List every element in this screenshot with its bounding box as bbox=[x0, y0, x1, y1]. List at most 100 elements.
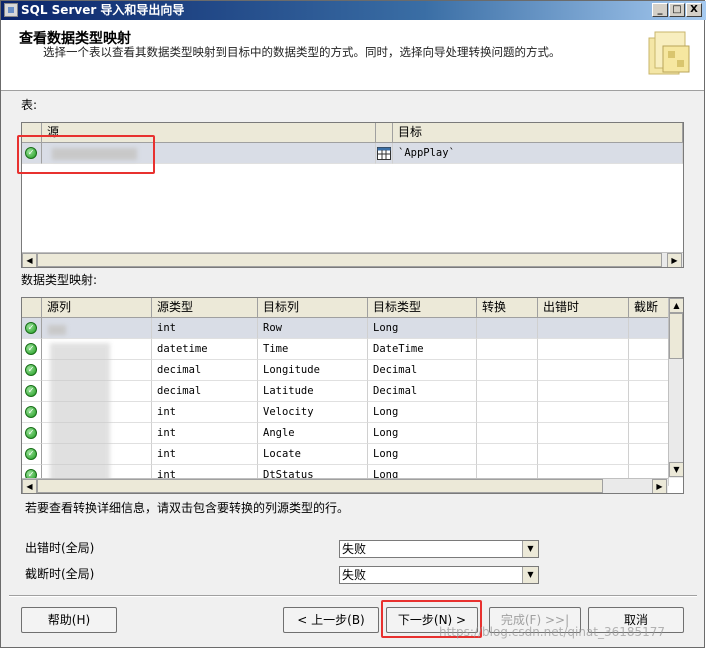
target-col-cell[interactable]: Longitude bbox=[258, 360, 368, 381]
source-type-cell[interactable]: int bbox=[152, 444, 258, 465]
minimize-button[interactable]: _ bbox=[652, 3, 668, 17]
target-type-cell[interactable]: DateTime bbox=[368, 339, 477, 360]
on-truncate-value: 失败 bbox=[342, 568, 367, 582]
scroll-right-button[interactable]: ▶ bbox=[667, 253, 682, 267]
tables-label: 表: bbox=[21, 98, 38, 112]
on-error-select[interactable]: 失败 ▼ bbox=[339, 540, 539, 558]
tables-grid[interactable]: 源 目标 ✓ `AppPlay` ◀ ▶ bbox=[21, 122, 684, 268]
column-header-source-type[interactable]: 源类型 bbox=[152, 298, 258, 318]
column-header-target-type[interactable]: 目标类型 bbox=[368, 298, 477, 318]
target-col-cell[interactable]: Row bbox=[258, 318, 368, 339]
scroll-up-button[interactable]: ▲ bbox=[669, 298, 683, 313]
convert-cell[interactable] bbox=[477, 339, 538, 360]
target-col-cell[interactable]: Angle bbox=[258, 423, 368, 444]
on-error-cell[interactable] bbox=[538, 444, 629, 465]
row-status-cell: ✓ bbox=[22, 360, 42, 381]
table-grid-icon bbox=[377, 147, 391, 160]
target-col-cell[interactable]: Time bbox=[258, 339, 368, 360]
row-status-cell: ✓ bbox=[22, 444, 42, 465]
source-type-cell[interactable]: int bbox=[152, 318, 258, 339]
on-truncate-cell[interactable] bbox=[629, 339, 669, 360]
on-error-cell[interactable] bbox=[538, 339, 629, 360]
scroll-down-button[interactable]: ▼ bbox=[669, 462, 683, 477]
close-button[interactable]: X bbox=[686, 3, 702, 17]
mapping-grid[interactable]: 源列 源类型 目标列 目标类型 转换 出错时 截断时 ✓intRowLong✓d… bbox=[21, 297, 684, 494]
mapping-grid-corner bbox=[22, 298, 42, 318]
mapping-horizontal-scrollbar[interactable]: ◀ ▶ bbox=[22, 478, 668, 493]
target-cell[interactable]: `AppPlay` bbox=[393, 143, 683, 164]
scroll-thumb[interactable] bbox=[37, 479, 603, 493]
on-truncate-cell[interactable] bbox=[629, 402, 669, 423]
source-type-cell[interactable]: datetime bbox=[152, 339, 258, 360]
target-col-cell[interactable]: Latitude bbox=[258, 381, 368, 402]
on-truncate-cell[interactable] bbox=[629, 444, 669, 465]
convert-cell[interactable] bbox=[477, 360, 538, 381]
target-type-cell[interactable]: Long bbox=[368, 444, 477, 465]
edit-mapping-cell[interactable] bbox=[376, 143, 393, 164]
mapping-vertical-scrollbar[interactable]: ▲ ▼ bbox=[668, 298, 683, 478]
on-truncate-cell[interactable] bbox=[629, 381, 669, 402]
on-truncate-cell[interactable] bbox=[629, 423, 669, 444]
row-checkbox-cell: ✓ bbox=[22, 143, 42, 164]
success-check-icon: ✓ bbox=[25, 427, 37, 439]
chevron-down-icon[interactable]: ▼ bbox=[522, 541, 538, 557]
tables-horizontal-scrollbar[interactable]: ◀ ▶ bbox=[22, 252, 683, 267]
scroll-left-button[interactable]: ◀ bbox=[22, 479, 37, 493]
convert-cell[interactable] bbox=[477, 381, 538, 402]
row-status-cell: ✓ bbox=[22, 339, 42, 360]
target-type-cell[interactable]: Decimal bbox=[368, 381, 477, 402]
redacted-source-cols bbox=[50, 343, 110, 483]
help-button[interactable]: 帮助(H) bbox=[21, 607, 117, 633]
column-header-target-col[interactable]: 目标列 bbox=[258, 298, 368, 318]
convert-cell[interactable] bbox=[477, 423, 538, 444]
on-error-cell[interactable] bbox=[538, 360, 629, 381]
on-error-cell[interactable] bbox=[538, 381, 629, 402]
success-check-icon: ✓ bbox=[25, 406, 37, 418]
redacted-source-col bbox=[48, 325, 66, 335]
scroll-right-button[interactable]: ▶ bbox=[652, 479, 667, 493]
scroll-left-button[interactable]: ◀ bbox=[22, 253, 37, 267]
convert-cell[interactable] bbox=[477, 318, 538, 339]
page-subtitle: 选择一个表以查看其数据类型映射到目标中的数据类型的方式。同时，选择向导处理转换问… bbox=[43, 45, 561, 59]
column-header-on-truncate[interactable]: 截断时 bbox=[629, 298, 669, 318]
row-status-cell: ✓ bbox=[22, 318, 42, 339]
scroll-thumb-vertical[interactable] bbox=[669, 313, 683, 359]
on-error-cell[interactable] bbox=[538, 423, 629, 444]
on-error-cell[interactable] bbox=[538, 402, 629, 423]
column-header-on-error[interactable]: 出错时 bbox=[538, 298, 629, 318]
column-header-source-col[interactable]: 源列 bbox=[42, 298, 152, 318]
redacted-source-name bbox=[52, 148, 137, 160]
maximize-button[interactable]: □ bbox=[669, 3, 685, 17]
convert-cell[interactable] bbox=[477, 402, 538, 423]
convert-cell[interactable] bbox=[477, 444, 538, 465]
source-type-cell[interactable]: int bbox=[152, 402, 258, 423]
column-header-source[interactable]: 源 bbox=[42, 123, 376, 143]
column-header-convert[interactable]: 转换 bbox=[477, 298, 538, 318]
on-error-cell[interactable] bbox=[538, 318, 629, 339]
on-truncate-select[interactable]: 失败 ▼ bbox=[339, 566, 539, 584]
target-type-cell[interactable]: Long bbox=[368, 318, 477, 339]
hint-text: 若要查看转换详细信息，请双击包含要转换的列源类型的行。 bbox=[25, 501, 350, 515]
column-header-spacer bbox=[376, 123, 393, 143]
on-truncate-cell[interactable] bbox=[629, 318, 669, 339]
back-button[interactable]: < 上一步(B) bbox=[283, 607, 379, 633]
mapping-label: 数据类型映射: bbox=[21, 273, 98, 287]
target-type-cell[interactable]: Decimal bbox=[368, 360, 477, 381]
source-type-cell[interactable]: decimal bbox=[152, 381, 258, 402]
target-type-cell[interactable]: Long bbox=[368, 423, 477, 444]
source-type-cell[interactable]: int bbox=[152, 423, 258, 444]
target-col-cell[interactable]: Velocity bbox=[258, 402, 368, 423]
wizard-header: 查看数据类型映射 选择一个表以查看其数据类型映射到目标中的数据类型的方式。同时，… bbox=[1, 20, 704, 91]
target-type-cell[interactable]: Long bbox=[368, 402, 477, 423]
on-truncate-cell[interactable] bbox=[629, 360, 669, 381]
tables-grid-corner bbox=[22, 123, 42, 143]
on-error-label: 出错时(全局) bbox=[25, 541, 95, 555]
column-header-target[interactable]: 目标 bbox=[393, 123, 683, 143]
chevron-down-icon[interactable]: ▼ bbox=[522, 567, 538, 583]
scroll-thumb[interactable] bbox=[37, 253, 662, 267]
title-bar: SQL Server 导入和导出向导 _ □ X bbox=[1, 1, 706, 20]
watermark-text: https://blog.csdn.net/qinat_36185177 bbox=[439, 625, 666, 639]
target-col-cell[interactable]: Locate bbox=[258, 444, 368, 465]
window-title: SQL Server 导入和导出向导 bbox=[21, 3, 185, 17]
source-type-cell[interactable]: decimal bbox=[152, 360, 258, 381]
